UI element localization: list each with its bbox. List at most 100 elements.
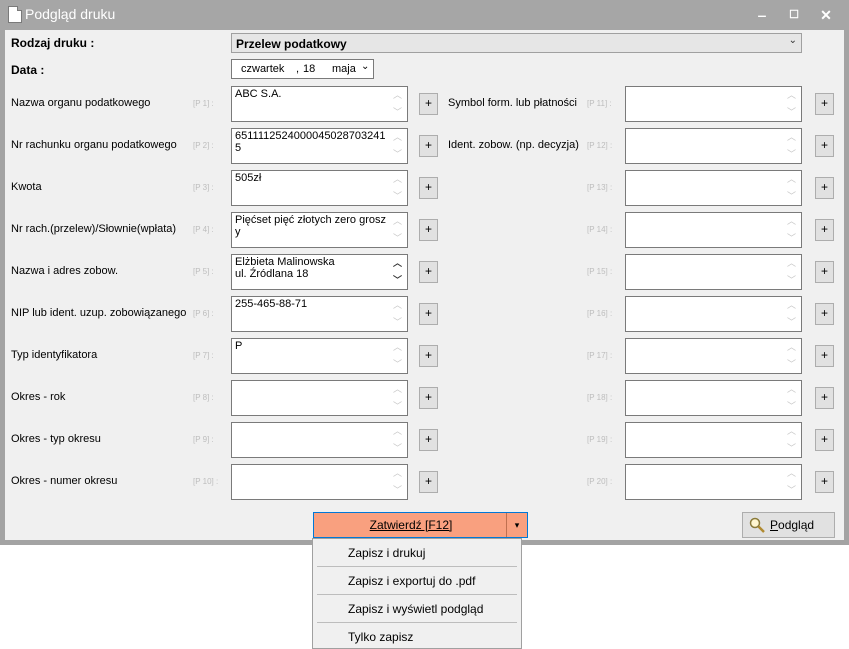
- date-weekday[interactable]: czwartek: [241, 63, 284, 75]
- maximize-button[interactable]: ☐: [779, 4, 809, 26]
- scroll-down-icon[interactable]: ﹀: [787, 105, 796, 118]
- scroll-up-icon[interactable]: ︿: [393, 214, 402, 227]
- field-input-p5[interactable]: Elżbieta Malinowska ul. Źródlana 18 ︿ ﹀: [231, 254, 408, 290]
- add-field-button-p10[interactable]: +: [419, 471, 438, 493]
- scroll-down-icon[interactable]: ﹀: [393, 105, 402, 118]
- field-input-p7[interactable]: P ︿ ﹀: [231, 338, 408, 374]
- add-field-button-p7[interactable]: +: [419, 345, 438, 367]
- scroll-down-icon[interactable]: ﹀: [393, 189, 402, 202]
- scroll-up-icon[interactable]: ︿: [787, 340, 796, 353]
- add-field-button-p17[interactable]: +: [815, 345, 834, 367]
- scroll-up-icon[interactable]: ︿: [393, 172, 402, 185]
- scroll-up-icon[interactable]: ︿: [787, 256, 796, 269]
- field-input-p19[interactable]: ︿ ﹀: [625, 422, 802, 458]
- scroll-up-icon[interactable]: ︿: [787, 172, 796, 185]
- field-input-p20[interactable]: ︿ ﹀: [625, 464, 802, 500]
- scroll-down-icon[interactable]: ﹀: [787, 273, 796, 286]
- field-scrollbar[interactable]: ︿ ﹀: [784, 298, 800, 330]
- scroll-down-icon[interactable]: ﹀: [787, 399, 796, 412]
- field-scrollbar[interactable]: ︿ ﹀: [390, 424, 406, 456]
- field-input-p8[interactable]: ︿ ﹀: [231, 380, 408, 416]
- field-scrollbar[interactable]: ︿ ﹀: [390, 88, 406, 120]
- add-field-button-p8[interactable]: +: [419, 387, 438, 409]
- field-scrollbar[interactable]: ︿ ﹀: [390, 340, 406, 372]
- add-field-button-p16[interactable]: +: [815, 303, 834, 325]
- scroll-up-icon[interactable]: ︿: [787, 466, 796, 479]
- field-scrollbar[interactable]: ︿ ﹀: [784, 172, 800, 204]
- field-input-p11[interactable]: ︿ ﹀: [625, 86, 802, 122]
- field-value-p9[interactable]: [235, 424, 390, 456]
- field-value-p19[interactable]: [629, 424, 784, 456]
- field-value-p17[interactable]: [629, 340, 784, 372]
- field-input-p14[interactable]: ︿ ﹀: [625, 212, 802, 248]
- field-input-p3[interactable]: 505zł ︿ ﹀: [231, 170, 408, 206]
- field-value-p12[interactable]: [629, 130, 784, 162]
- confirm-dropdown-arrow[interactable]: ▾: [506, 513, 527, 537]
- scroll-down-icon[interactable]: ﹀: [787, 483, 796, 496]
- scroll-down-icon[interactable]: ﹀: [787, 441, 796, 454]
- field-value-p15[interactable]: [629, 256, 784, 288]
- field-value-p13[interactable]: [629, 172, 784, 204]
- chevron-down-icon[interactable]: ⌄: [361, 61, 369, 72]
- date-picker[interactable]: czwartek , 18 maja ⌄: [231, 59, 374, 79]
- scroll-up-icon[interactable]: ︿: [787, 130, 796, 143]
- add-field-button-p20[interactable]: +: [815, 471, 834, 493]
- add-field-button-p13[interactable]: +: [815, 177, 834, 199]
- date-month[interactable]: maja: [332, 63, 356, 75]
- add-field-button-p5[interactable]: +: [419, 261, 438, 283]
- field-input-p6[interactable]: 255-465-88-71 ︿ ﹀: [231, 296, 408, 332]
- menu-item-save-export-pdf[interactable]: Zapisz i exportuj do .pdf: [348, 574, 475, 588]
- field-value-p10[interactable]: [235, 466, 390, 498]
- confirm-button[interactable]: Zatwierdź [F12]: [314, 513, 508, 537]
- scroll-up-icon[interactable]: ︿: [393, 382, 402, 395]
- field-value-p3[interactable]: 505zł: [235, 172, 390, 204]
- field-scrollbar[interactable]: ︿ ﹀: [784, 340, 800, 372]
- field-input-p10[interactable]: ︿ ﹀: [231, 464, 408, 500]
- field-scrollbar[interactable]: ︿ ﹀: [784, 466, 800, 498]
- scroll-up-icon[interactable]: ︿: [393, 256, 402, 269]
- add-field-button-p12[interactable]: +: [815, 135, 834, 157]
- field-value-p2[interactable]: 6511112524000045028703241 5: [235, 130, 390, 162]
- scroll-down-icon[interactable]: ﹀: [787, 357, 796, 370]
- scroll-down-icon[interactable]: ﹀: [393, 441, 402, 454]
- field-input-p16[interactable]: ︿ ﹀: [625, 296, 802, 332]
- field-input-p17[interactable]: ︿ ﹀: [625, 338, 802, 374]
- field-scrollbar[interactable]: ︿ ﹀: [390, 130, 406, 162]
- confirm-split-button[interactable]: Zatwierdź [F12] ▾: [313, 512, 528, 538]
- add-field-button-p6[interactable]: +: [419, 303, 438, 325]
- scroll-down-icon[interactable]: ﹀: [393, 483, 402, 496]
- scroll-up-icon[interactable]: ︿: [393, 88, 402, 101]
- scroll-up-icon[interactable]: ︿: [787, 214, 796, 227]
- field-scrollbar[interactable]: ︿ ﹀: [390, 172, 406, 204]
- menu-item-save-only[interactable]: Tylko zapisz: [348, 630, 413, 644]
- scroll-up-icon[interactable]: ︿: [787, 424, 796, 437]
- field-value-p16[interactable]: [629, 298, 784, 330]
- field-input-p9[interactable]: ︿ ﹀: [231, 422, 408, 458]
- scroll-down-icon[interactable]: ﹀: [393, 315, 402, 328]
- field-scrollbar[interactable]: ︿ ﹀: [390, 382, 406, 414]
- scroll-down-icon[interactable]: ﹀: [393, 357, 402, 370]
- field-value-p14[interactable]: [629, 214, 784, 246]
- field-input-p2[interactable]: 6511112524000045028703241 5 ︿ ﹀: [231, 128, 408, 164]
- scroll-down-icon[interactable]: ﹀: [393, 231, 402, 244]
- field-value-p7[interactable]: P: [235, 340, 390, 372]
- field-input-p15[interactable]: ︿ ﹀: [625, 254, 802, 290]
- title-bar[interactable]: Podgląd druku ‒ ☐ ✕: [0, 0, 849, 30]
- field-scrollbar[interactable]: ︿ ﹀: [784, 424, 800, 456]
- scroll-down-icon[interactable]: ﹀: [787, 231, 796, 244]
- field-value-p4[interactable]: Pięćset pięć złotych zero groszy: [235, 214, 390, 246]
- add-field-button-p19[interactable]: +: [815, 429, 834, 451]
- scroll-down-icon[interactable]: ﹀: [393, 273, 402, 286]
- field-input-p1[interactable]: ABC S.A. ︿ ﹀: [231, 86, 408, 122]
- scroll-up-icon[interactable]: ︿: [393, 130, 402, 143]
- scroll-up-icon[interactable]: ︿: [393, 466, 402, 479]
- scroll-up-icon[interactable]: ︿: [393, 340, 402, 353]
- add-field-button-p14[interactable]: +: [815, 219, 834, 241]
- field-value-p8[interactable]: [235, 382, 390, 414]
- field-scrollbar[interactable]: ︿ ﹀: [784, 214, 800, 246]
- scroll-up-icon[interactable]: ︿: [393, 424, 402, 437]
- scroll-up-icon[interactable]: ︿: [787, 88, 796, 101]
- menu-item-save-preview[interactable]: Zapisz i wyświetl podgląd: [348, 602, 483, 616]
- field-value-p6[interactable]: 255-465-88-71: [235, 298, 390, 330]
- scroll-down-icon[interactable]: ﹀: [787, 189, 796, 202]
